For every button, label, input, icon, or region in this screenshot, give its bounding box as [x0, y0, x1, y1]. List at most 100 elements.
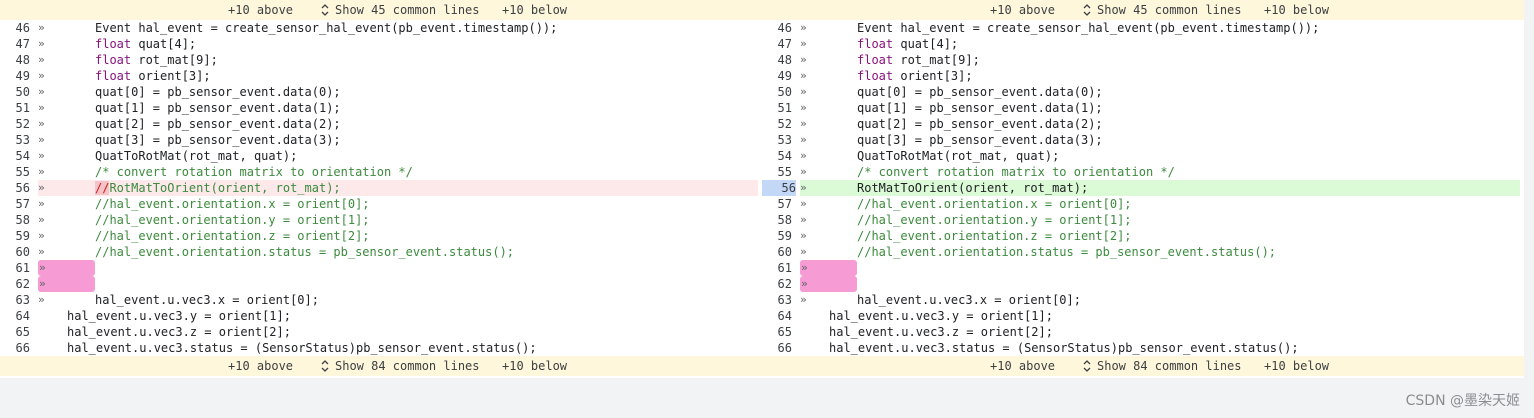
line-number[interactable]: 46 [0, 20, 30, 36]
show-common-lines-button[interactable]: Show 45 common lines [320, 3, 480, 17]
line-number[interactable]: 47 [762, 36, 792, 52]
comment: //hal_event.orientation.z = orient[2]; [95, 229, 370, 243]
whitespace-error-marker [800, 260, 857, 276]
code-text: Event hal_event = create_sensor_hal_even… [857, 20, 1319, 36]
line-number[interactable]: 46 [762, 20, 792, 36]
line-number[interactable]: 66 [0, 340, 30, 356]
keyword: float [95, 37, 132, 51]
code-text: quat[1] = pb_sensor_event.data(1); [95, 100, 341, 116]
line-number[interactable]: 57 [762, 196, 792, 212]
diff-line: 54 » QuatToRotMat(rot_mat, quat); [0, 148, 762, 164]
expand-below-link[interactable]: +10 below [1264, 3, 1329, 17]
line-number[interactable]: 64 [762, 308, 792, 324]
line-number[interactable]: 64 [0, 308, 30, 324]
unfold-icon [321, 360, 329, 372]
line-number[interactable]: 50 [762, 84, 792, 100]
diff-pane-new: +10 above Show 45 common lines +10 below… [762, 0, 1524, 378]
line-number[interactable]: 57 [0, 196, 30, 212]
line-number[interactable]: 65 [762, 324, 792, 340]
code-text: hal_event.u.vec3.x = orient[0]; [857, 292, 1081, 308]
line-number[interactable]: 58 [0, 212, 30, 228]
line-number[interactable]: 63 [0, 292, 30, 308]
diff-line: 58 » //hal_event.orientation.y = orient[1]… [0, 212, 762, 228]
show-common-lines-button[interactable]: Show 84 common lines [1082, 359, 1242, 373]
line-number[interactable]: 56 [762, 180, 796, 196]
code-fragment: rot_mat[9]; [893, 53, 980, 67]
line-number[interactable]: 66 [762, 340, 792, 356]
line-number[interactable]: 61 [762, 260, 792, 276]
skip-bar-top-old: +10 above Show 45 common lines +10 below [0, 0, 762, 20]
tab-indicator: » [800, 101, 807, 114]
diff-line: 63 » hal_event.u.vec3.x = orient[0]; [762, 292, 1524, 308]
expand-above-link[interactable]: +10 above [228, 359, 293, 373]
tab-indicator: » [38, 37, 45, 50]
code-text: hal_event.u.vec3.z = orient[2]; [67, 324, 291, 340]
line-number[interactable]: 48 [762, 52, 792, 68]
line-number[interactable]: 54 [0, 148, 30, 164]
code-text: QuatToRotMat(rot_mat, quat); [857, 148, 1059, 164]
line-number[interactable]: 60 [0, 244, 30, 260]
line-number[interactable]: 47 [0, 36, 30, 52]
line-number[interactable]: 52 [762, 116, 792, 132]
line-number[interactable]: 58 [762, 212, 792, 228]
code-fragment: quat[0] = pb_sensor_event.data(0); [95, 85, 341, 99]
line-number[interactable]: 61 [0, 260, 30, 276]
tab-indicator: » [801, 277, 808, 290]
show-common-lines-button[interactable]: Show 45 common lines [1082, 3, 1242, 17]
expand-above-link[interactable]: +10 above [990, 359, 1055, 373]
tab-indicator: » [800, 85, 807, 98]
show-common-lines-label: Show 84 common lines [1097, 359, 1242, 373]
code-text: hal_event.u.vec3.y = orient[1]; [67, 308, 291, 324]
diff-line: 49 » float orient[3]; [0, 68, 762, 84]
diff-line: 60 » //hal_event.orientation.status = pb_s… [762, 244, 1524, 260]
tab-indicator: » [38, 245, 45, 258]
code-fragment: hal_event.u.vec3.status = (SensorStatus)… [67, 341, 537, 355]
keyword: float [95, 53, 132, 67]
tab-indicator: » [38, 101, 45, 114]
line-number[interactable]: 60 [762, 244, 792, 260]
line-number[interactable]: 62 [0, 276, 30, 292]
expand-below-link[interactable]: +10 below [502, 3, 567, 17]
line-number[interactable]: 55 [762, 164, 792, 180]
code-text: RotMatToOrient(orient, rot_mat); [857, 180, 1088, 196]
line-number[interactable]: 51 [762, 100, 792, 116]
line-number[interactable]: 55 [0, 164, 30, 180]
line-number[interactable]: 65 [0, 324, 30, 340]
tab-indicator: » [38, 165, 45, 178]
line-number[interactable]: 49 [762, 68, 792, 84]
expand-above-link[interactable]: +10 above [990, 3, 1055, 17]
line-number[interactable]: 56 [0, 180, 30, 196]
expand-above-link[interactable]: +10 above [228, 3, 293, 17]
code-fragment: hal_event.u.vec3.z = orient[2]; [67, 325, 291, 339]
tab-indicator: » [800, 149, 807, 162]
skip-bar-top-new: +10 above Show 45 common lines +10 below [762, 0, 1524, 20]
expand-below-link[interactable]: +10 below [502, 359, 567, 373]
skip-bar-bottom-old: +10 above Show 84 common lines +10 below [0, 356, 762, 376]
line-number[interactable]: 62 [762, 276, 792, 292]
line-number[interactable]: 53 [0, 132, 30, 148]
code-fragment: quat[4]; [131, 37, 197, 51]
line-number[interactable]: 50 [0, 84, 30, 100]
tab-indicator: » [39, 261, 46, 274]
line-number[interactable]: 48 [0, 52, 30, 68]
diff-line: 52 » quat[2] = pb_sensor_event.data(2); [762, 116, 1524, 132]
line-number[interactable]: 52 [0, 116, 30, 132]
code-text: //hal_event.orientation.x = orient[0]; [857, 196, 1132, 212]
code-text: Event hal_event = create_sensor_hal_even… [95, 20, 557, 36]
line-number[interactable]: 49 [0, 68, 30, 84]
line-number[interactable]: 51 [0, 100, 30, 116]
tab-indicator: » [38, 85, 45, 98]
line-number[interactable]: 59 [762, 228, 792, 244]
line-number[interactable]: 59 [0, 228, 30, 244]
line-number[interactable]: 54 [762, 148, 792, 164]
expand-below-link[interactable]: +10 below [1264, 359, 1329, 373]
tab-indicator: » [800, 117, 807, 130]
line-number[interactable]: 63 [762, 292, 792, 308]
tab-indicator: » [800, 181, 807, 194]
show-common-lines-button[interactable]: Show 84 common lines [320, 359, 480, 373]
diff-line: 48 » float rot_mat[9]; [0, 52, 762, 68]
tab-indicator: » [38, 53, 45, 66]
line-number[interactable]: 53 [762, 132, 792, 148]
comment: //hal_event.orientation.x = orient[0]; [857, 197, 1132, 211]
show-common-lines-label: Show 45 common lines [1097, 3, 1242, 17]
